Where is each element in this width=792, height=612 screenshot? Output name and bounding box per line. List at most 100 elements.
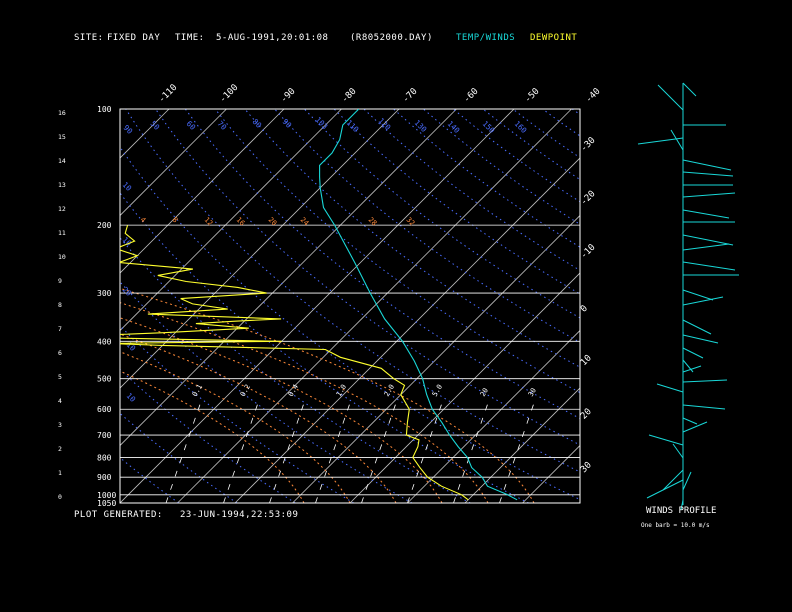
moist-adiabat-line: [120, 333, 397, 503]
dry-adiabat-line: [751, 109, 792, 503]
height-label: 13: [58, 181, 66, 189]
top-temp-label: -70: [401, 87, 420, 106]
moist-adiabat-line: [120, 302, 489, 503]
wind-barb: [672, 443, 684, 459]
top-temp-label: -60: [462, 87, 481, 106]
dry-adiabat-line: [120, 237, 471, 503]
isotherm-line: [349, 272, 580, 503]
height-label: 1: [58, 469, 62, 477]
pressure-label: 800: [97, 453, 112, 462]
plot-generated-value: 23-JUN-1994,22:53:09: [180, 510, 299, 520]
dry-adiabat-line: [721, 109, 792, 503]
top-temp-label: -110: [157, 83, 179, 105]
height-label: 3: [58, 421, 62, 429]
pressure-label: 1050: [97, 499, 116, 508]
dry-adiabat-line: [602, 109, 792, 503]
dry-adiabat-line: [632, 109, 792, 503]
wind-barb: [656, 383, 684, 393]
height-label: 2: [58, 445, 62, 453]
moist-adiabat-label: 12: [203, 216, 215, 228]
wind-barb: [682, 296, 724, 306]
wind-barb: [682, 417, 698, 425]
dry-adiabat-line: [512, 109, 580, 159]
isotherm-line: [120, 109, 515, 503]
mixing-ratio-label: 5.0: [431, 383, 444, 398]
pressure-label: 500: [97, 375, 112, 384]
wind-barb: [682, 171, 734, 177]
plot-frame: [119, 108, 581, 504]
isotherm-line: [234, 157, 580, 503]
dewpoint-trace: [120, 224, 469, 501]
isotherm-line: [120, 109, 227, 217]
pressure-label: 700: [97, 431, 112, 440]
dry-adiabat-line: [274, 109, 580, 343]
isotherm-line: [522, 444, 580, 503]
isotherm-line: [120, 109, 457, 447]
time-value: 5-AUG-1991,20:01:08: [216, 33, 329, 43]
dry-adiabat-label: 130: [413, 118, 429, 134]
height-label: 6: [58, 349, 62, 357]
wind-barb: [682, 159, 732, 171]
height-label: 11: [58, 229, 66, 237]
wind-barb: [682, 379, 728, 383]
right-temp-label: 0: [579, 304, 590, 315]
right-temp-label: 20: [579, 407, 594, 422]
winds-profile-title: WINDS PROFILE: [646, 506, 717, 516]
height-label: 15: [58, 133, 66, 141]
dry-adiabat-label: 90: [281, 117, 294, 130]
dry-adiabat-line: [120, 457, 180, 503]
isotherm-line: [292, 214, 580, 503]
wind-barb: [682, 289, 714, 301]
dry-adiabat-label: 140: [446, 119, 462, 135]
dry-adiabat-line: [155, 109, 580, 446]
wind-barb: [646, 479, 684, 499]
wind-barb: [682, 261, 736, 271]
dry-adiabat-line: [781, 109, 792, 503]
skew-t-diagram: 1002003004005006007008009001000105016151…: [0, 82, 792, 511]
top-temp-label: -90: [279, 87, 298, 106]
moist-adiabat-label: 4: [139, 216, 148, 225]
wind-barb: [657, 84, 684, 111]
wind-barb: [682, 234, 734, 246]
wind-barb: [682, 192, 736, 198]
dry-adiabat-line: [393, 109, 580, 248]
dry-adiabat-label: 10: [125, 340, 138, 353]
mixing-ratio-line: [361, 397, 399, 503]
dry-adiabat-line: [0, 109, 4, 503]
pressure-label: 100: [97, 105, 112, 114]
site-value: FIXED DAY: [107, 33, 161, 43]
dry-adiabat-label: 20: [121, 285, 134, 298]
isotherm-line: [579, 502, 580, 503]
moist-adiabat-label: 16: [235, 216, 247, 228]
wind-barb: [682, 243, 730, 251]
dry-adiabat-label: 50: [149, 119, 162, 132]
top-temp-label: -50: [523, 87, 542, 106]
wind-barb: [682, 82, 697, 97]
dry-adiabat-line: [214, 109, 580, 394]
height-label: 8: [58, 301, 62, 309]
pressure-label: 600: [97, 405, 112, 414]
dry-adiabat-line: [452, 109, 580, 203]
moist-adiabat-label: 20: [267, 216, 279, 228]
file-value: (R8052000.DAY): [350, 33, 433, 43]
dry-adiabat-label: 120: [377, 116, 393, 132]
top-temp-label: -80: [340, 87, 359, 106]
legend-temp-winds: TEMP/WINDS: [456, 33, 516, 43]
axis-labels: 1002003004005006007008009001000105016151…: [58, 83, 603, 508]
height-label: 12: [58, 205, 66, 213]
height-label: 16: [58, 109, 66, 117]
dry-adiabat-line: [363, 109, 580, 271]
isotherm-line: [0, 109, 112, 503]
mixing-ratio-line: [315, 397, 353, 503]
dry-adiabat-label: 10: [121, 180, 134, 193]
dry-adiabat-line: [120, 325, 354, 503]
height-label: 0: [58, 493, 62, 501]
dry-adiabat-label: 160: [513, 119, 529, 135]
moist-adiabat-label: 24: [299, 216, 311, 228]
wind-barb: [682, 404, 726, 410]
top-temp-label: -100: [218, 83, 240, 105]
isotherm-line: [177, 109, 572, 503]
wind-barb: [670, 129, 684, 151]
isotherm-line: [0, 109, 54, 503]
pressure-label: 200: [97, 221, 112, 230]
